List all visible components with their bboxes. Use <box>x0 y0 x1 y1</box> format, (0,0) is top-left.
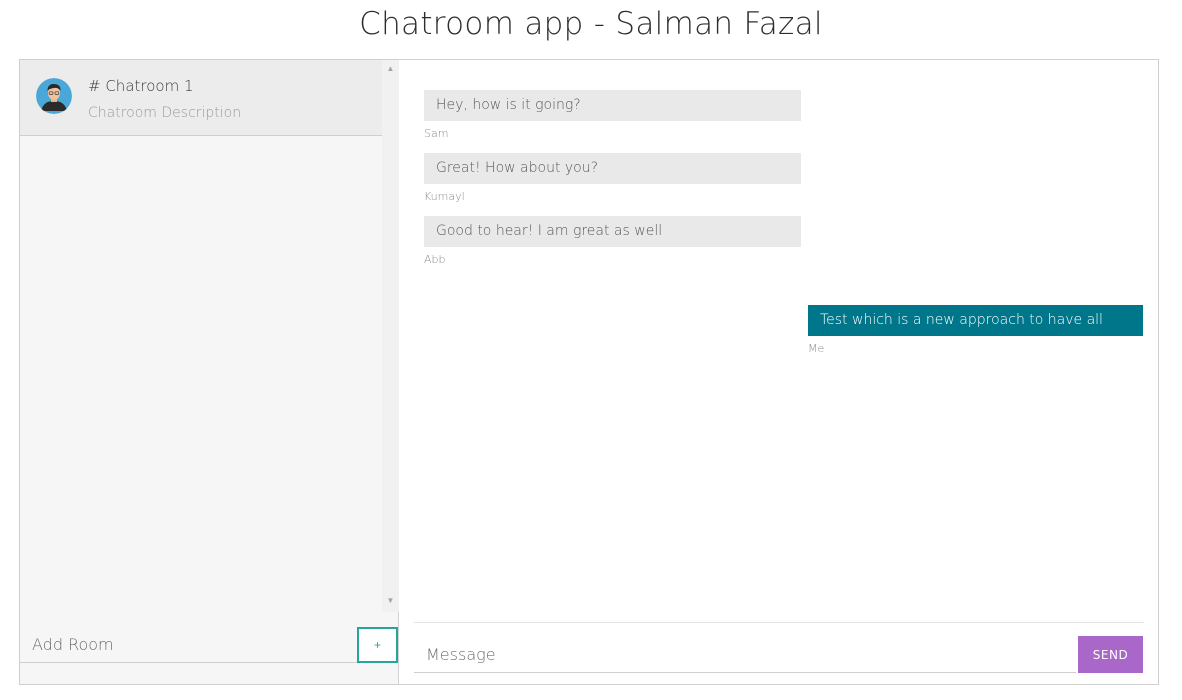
add-room-button[interactable]: + <box>357 627 398 663</box>
user-avatar-icon <box>36 78 72 114</box>
message-sender: Abb <box>424 253 446 266</box>
room-description: Chatroom Description <box>88 105 242 121</box>
room-item-chatroom-1[interactable]: # Chatroom 1 Chatroom Description <box>20 60 382 136</box>
send-button[interactable]: SEND <box>1078 636 1143 673</box>
chat-panel: Hey, how is it going? Sam Great! How abo… <box>400 60 1158 684</box>
message-composer: SEND <box>414 622 1144 673</box>
message-sender: Kumayl <box>424 190 465 203</box>
message-sender: Me <box>808 342 825 355</box>
room-list: # Chatroom 1 Chatroom Description <box>20 60 382 612</box>
chat-app: # Chatroom 1 Chatroom Description ▲ ▼ + … <box>19 59 1159 685</box>
room-list-scrollbar[interactable]: ▲ ▼ <box>382 60 399 612</box>
message-bubble: Great! How about you? <box>424 153 801 184</box>
scroll-up-icon[interactable]: ▲ <box>386 64 395 73</box>
page-title: Chatroom app - Salman Fazal <box>359 6 823 42</box>
message-sender: Sam <box>424 127 449 140</box>
add-room-input[interactable] <box>20 627 357 663</box>
room-sidebar: # Chatroom 1 Chatroom Description ▲ ▼ + <box>20 60 399 684</box>
message-input[interactable] <box>414 636 1076 673</box>
message-bubble: Hey, how is it going? <box>424 90 801 121</box>
room-name: # Chatroom 1 <box>88 77 194 95</box>
my-message-bubble: Test which is a new approach to have all… <box>808 305 1143 359</box>
scroll-down-icon[interactable]: ▼ <box>386 596 395 605</box>
message-bubble: Good to hear! I am great as well <box>424 216 801 247</box>
